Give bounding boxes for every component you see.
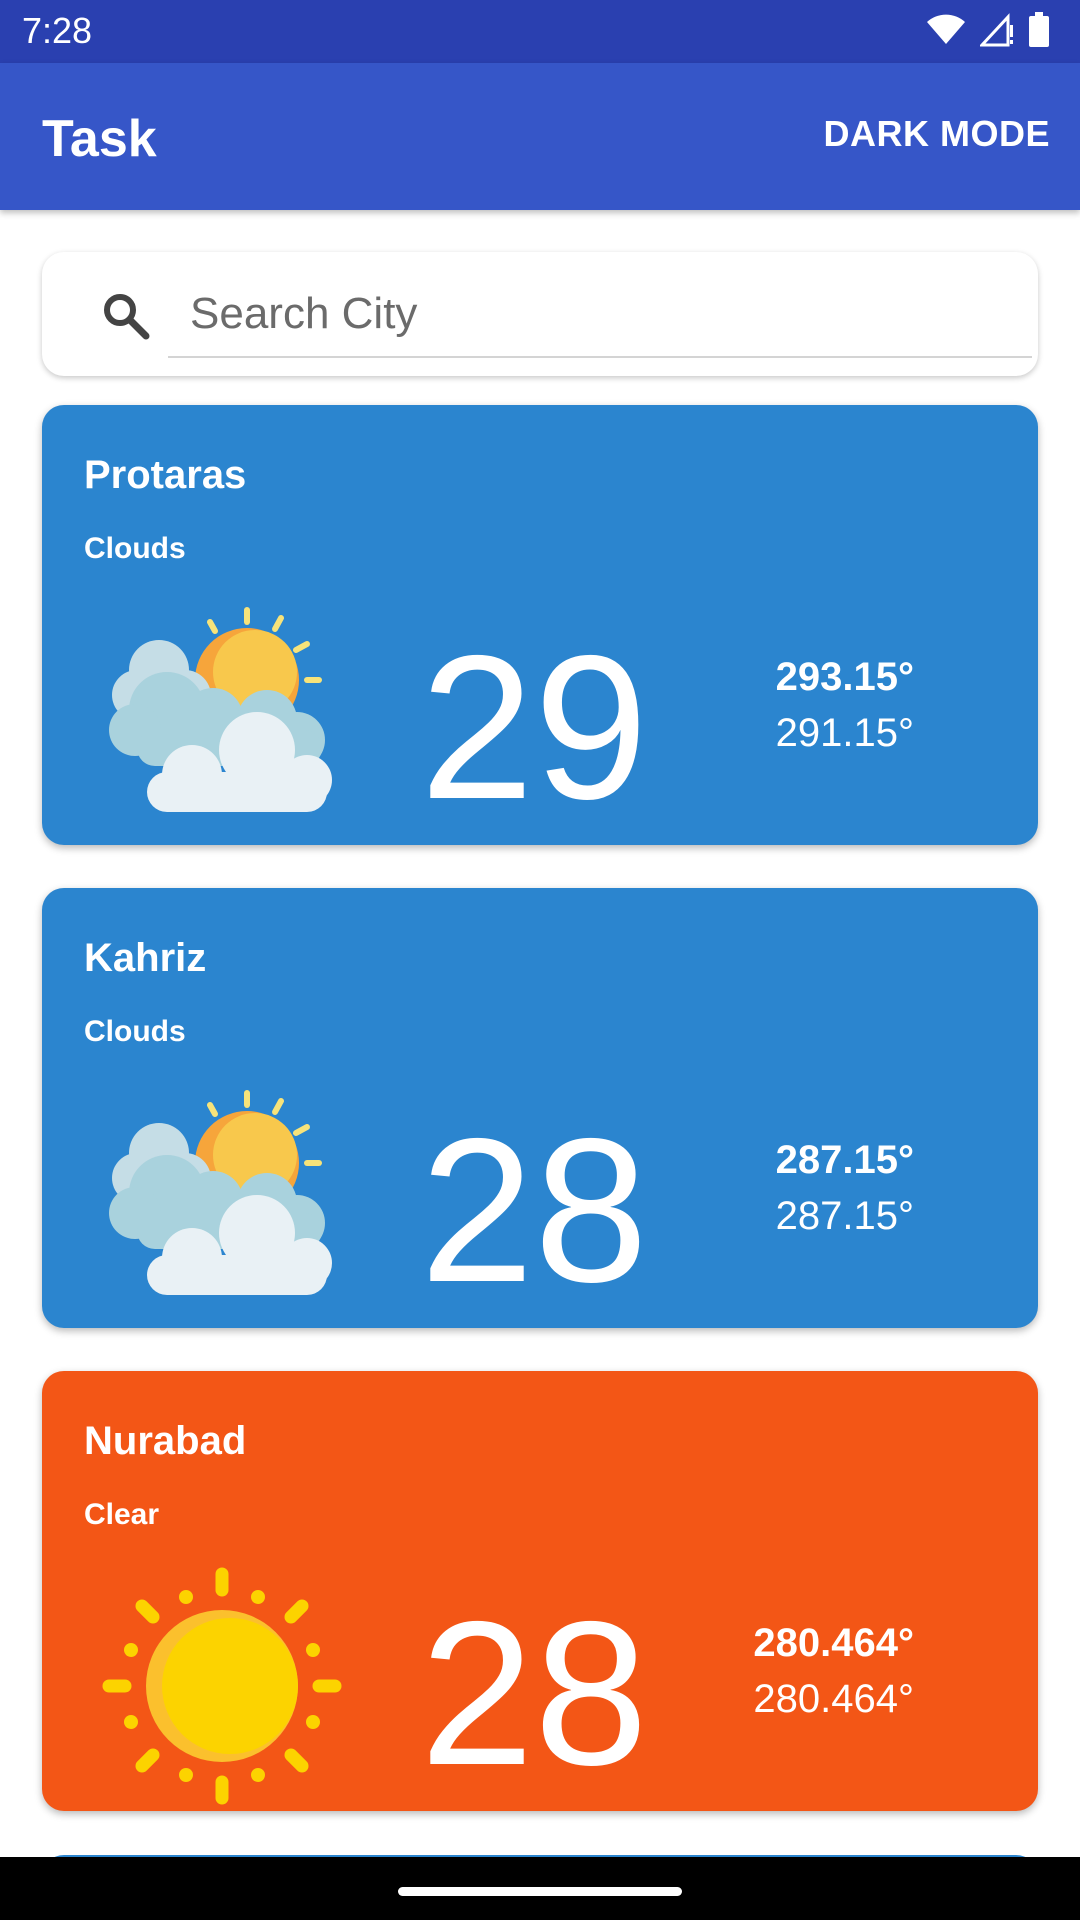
search-icon	[104, 294, 150, 340]
status-time: 7:28	[22, 10, 93, 51]
dark-mode-button[interactable]: DARK MODE	[824, 113, 1051, 155]
city-name: Nurabad	[84, 1419, 247, 1463]
temperature: 29	[420, 613, 649, 842]
weather-card[interactable]: Nurabad Clear 28 280.464° 280.464°	[42, 1371, 1038, 1811]
cloud-sun-icon	[109, 1090, 332, 1295]
battery-icon	[1029, 12, 1049, 47]
sun-icon	[102, 1567, 342, 1805]
app-bar: Task DARK MODE	[0, 63, 1080, 210]
home-indicator[interactable]	[398, 1887, 682, 1896]
weather-card[interactable]: Kahriz Clouds 28 287.15° 287.15°	[42, 888, 1038, 1328]
temp-min: 291.15°	[775, 711, 914, 755]
search-box	[42, 252, 1038, 376]
navigation-bar	[0, 1857, 1080, 1920]
weather-condition: Clouds	[84, 1015, 186, 1048]
temperature: 28	[420, 1096, 649, 1325]
temp-max: 293.15°	[775, 655, 914, 699]
weather-card[interactable]: Protaras Clouds 29 293.15° 291.15°	[42, 405, 1038, 845]
cloud-sun-icon	[109, 607, 332, 812]
temp-min: 287.15°	[775, 1194, 914, 1238]
temperature: 28	[420, 1579, 649, 1808]
city-name: Kahriz	[84, 936, 207, 980]
weather-condition: Clear	[84, 1498, 160, 1531]
search-input[interactable]	[168, 272, 1032, 358]
status-bar: 7:28	[0, 0, 1080, 63]
city-name: Protaras	[84, 453, 247, 497]
status-icons	[926, 12, 1050, 48]
signal-icon	[980, 13, 1013, 47]
app-title: Task	[42, 110, 157, 168]
temp-max: 280.464°	[753, 1621, 914, 1665]
weather-condition: Clouds	[84, 532, 186, 565]
temp-max: 287.15°	[775, 1138, 914, 1182]
wifi-icon	[927, 14, 965, 44]
temp-min: 280.464°	[753, 1677, 914, 1721]
